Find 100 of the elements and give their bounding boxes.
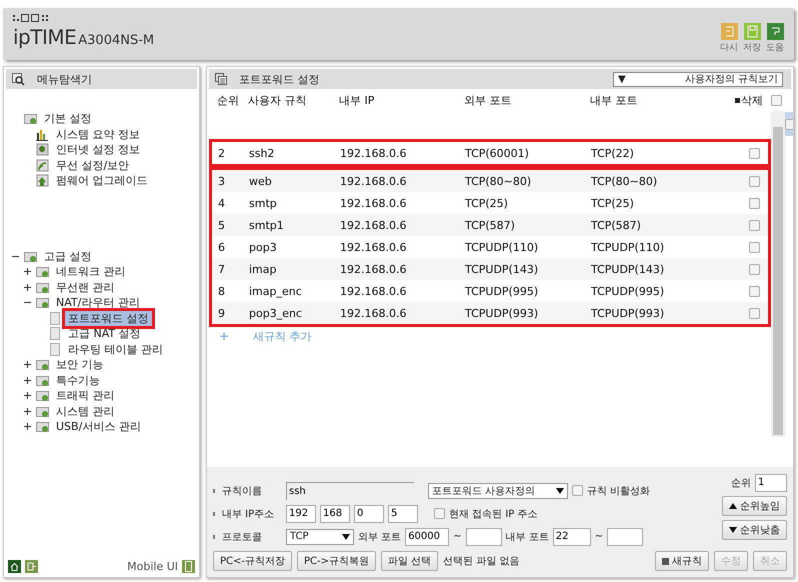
tree-item[interactable]: 트래픽 관리: [53, 388, 118, 404]
toolbar-button[interactable]: 저장: [743, 23, 761, 54]
expand-icon[interactable]: [24, 423, 30, 430]
tree-item[interactable]: NAT/라우터 관리: [53, 295, 143, 310]
row-checkbox[interactable]: [749, 220, 760, 230]
tree-item[interactable]: 인터넷 설정 정보: [53, 142, 143, 158]
expand-icon[interactable]: [24, 268, 30, 276]
row-checkbox[interactable]: [749, 148, 760, 158]
row-checkbox[interactable]: [749, 242, 760, 252]
table-cell-text: 192.168.0.6: [340, 218, 408, 232]
tree-item[interactable]: 고급 설정: [41, 248, 94, 264]
port-field[interactable]: [607, 528, 644, 546]
folder-icon: [36, 296, 49, 310]
action-button[interactable]: 새규칙: [655, 551, 709, 571]
row-checkbox[interactable]: [749, 308, 760, 318]
view-dropdown[interactable]: ▼ 사용자정의 규칙보기: [613, 72, 783, 86]
tree-item[interactable]: 네트워크 관리: [53, 264, 128, 280]
port-field[interactable]: [466, 528, 502, 546]
tree-item[interactable]: 포트포워드 설정: [65, 310, 152, 326]
table-cell-text: TCPUDP(995): [591, 284, 666, 298]
tree-item[interactable]: 무선 설정/보안: [53, 158, 132, 173]
ip-octet-field[interactable]: 192: [286, 504, 316, 522]
table-cell-text: pop3_enc: [249, 306, 303, 320]
port-field[interactable]: 22: [552, 528, 591, 546]
table-cell-text: TCP(25): [591, 196, 635, 210]
tree-item[interactable]: 펌웨어 업그레이드: [53, 173, 150, 188]
tree-item[interactable]: 시스템 요약 정보: [53, 126, 143, 142]
logout-icon[interactable]: [25, 560, 38, 572]
row-checkbox[interactable]: [785, 118, 793, 130]
ip-octet-field[interactable]: 5: [388, 504, 418, 522]
table-cell-text: 6: [218, 240, 226, 254]
current-ip-checkbox[interactable]: [434, 508, 445, 519]
ip-octet-field[interactable]: 168: [320, 504, 350, 522]
tree-item[interactable]: 시스템 관리: [53, 404, 118, 419]
scrollbar[interactable]: [771, 111, 785, 437]
row-checkbox[interactable]: [749, 286, 760, 296]
bar-chart-icon: [36, 128, 49, 141]
tree-item[interactable]: 라우팅 테이블 관리: [65, 342, 166, 357]
pages-icon: [215, 73, 227, 85]
action-button[interactable]: PC->규칙복원: [297, 551, 376, 571]
table-cell-text: TCPUDP(110): [465, 240, 540, 254]
table-cell-text: smtp1: [249, 218, 285, 232]
tree-item[interactable]: 특수기능: [53, 372, 103, 388]
table-cell-text: 8: [218, 284, 226, 298]
tree-item[interactable]: 고급 NAT 설정: [65, 326, 144, 342]
mobile-ui-link[interactable]: Mobile UI: [127, 560, 178, 572]
checkbox-label: 규칙 비활성화: [587, 484, 650, 498]
table-cell-text: ssh2: [249, 146, 276, 160]
table-cell-text: web: [249, 174, 273, 188]
order-field[interactable]: 1: [755, 474, 787, 492]
port-field[interactable]: 60000: [405, 528, 450, 546]
plus-icon: +: [219, 329, 230, 343]
model-name: A3004NS-M: [78, 33, 154, 48]
phone-icon[interactable]: [182, 560, 195, 572]
expand-icon[interactable]: [24, 361, 30, 368]
action-button[interactable]: PC<-규칙저장: [213, 551, 292, 571]
select-all-checkbox[interactable]: [770, 94, 782, 106]
home-icon[interactable]: [8, 560, 21, 572]
disable-checkbox[interactable]: [572, 485, 583, 496]
tree-item[interactable]: 보안 기능: [53, 357, 106, 372]
protocol-dropdown[interactable]: TCP: [286, 528, 354, 544]
folder-icon: [36, 358, 49, 372]
tree-item[interactable]: 무선랜 관리: [53, 280, 118, 295]
folder-icon: [36, 265, 49, 278]
tree-item[interactable]: 기본 설정: [41, 111, 94, 126]
rule-type-dropdown[interactable]: 포트포워드 사용자정의: [428, 482, 568, 498]
table-cell-text: 192.168.0.6: [340, 306, 408, 320]
column-header: 삭제: [741, 92, 763, 108]
caret-icon: [729, 527, 737, 533]
move-down-button[interactable]: 순위낮춤: [722, 520, 787, 540]
delete-marker-icon: [735, 98, 740, 102]
folder-icon: [36, 389, 49, 402]
column-header: 내부 포트: [590, 92, 638, 108]
row-checkbox[interactable]: [749, 264, 760, 274]
expand-icon[interactable]: [24, 376, 30, 384]
tree-item[interactable]: USB/서비스 관리: [53, 419, 144, 434]
table-cell-text: 5: [218, 218, 226, 232]
toolbar-button[interactable]: 다시: [720, 23, 738, 54]
toolbar-button[interactable]: 도움: [766, 23, 784, 54]
field-label: 순위: [731, 476, 751, 490]
row-checkbox[interactable]: [749, 176, 760, 186]
column-header: 사용자 규칙: [248, 92, 308, 108]
move-up-button[interactable]: 순위높임: [722, 496, 787, 516]
table-cell-text: imap: [249, 262, 278, 276]
action-button[interactable]: 파일 선택: [381, 551, 438, 571]
row-checkbox[interactable]: [749, 198, 760, 208]
help-icon: [766, 23, 784, 40]
undo-icon: [720, 23, 738, 40]
field-label: 내부 IP주소: [222, 508, 276, 520]
table-cell-text: TCP(80~80): [465, 174, 532, 188]
table-cell-text: TCP(22): [591, 146, 635, 160]
ip-octet-field[interactable]: 0: [354, 504, 384, 522]
expand-icon[interactable]: [24, 408, 30, 415]
expand-icon[interactable]: [24, 392, 30, 400]
expand-icon[interactable]: [24, 284, 30, 291]
caret-icon: [342, 534, 350, 540]
table-cell-text: TCPUDP(995): [465, 284, 540, 298]
rule-name-field[interactable]: ssh: [286, 482, 414, 500]
wifi-icon: [36, 158, 49, 172]
search-icon: [12, 72, 25, 86]
